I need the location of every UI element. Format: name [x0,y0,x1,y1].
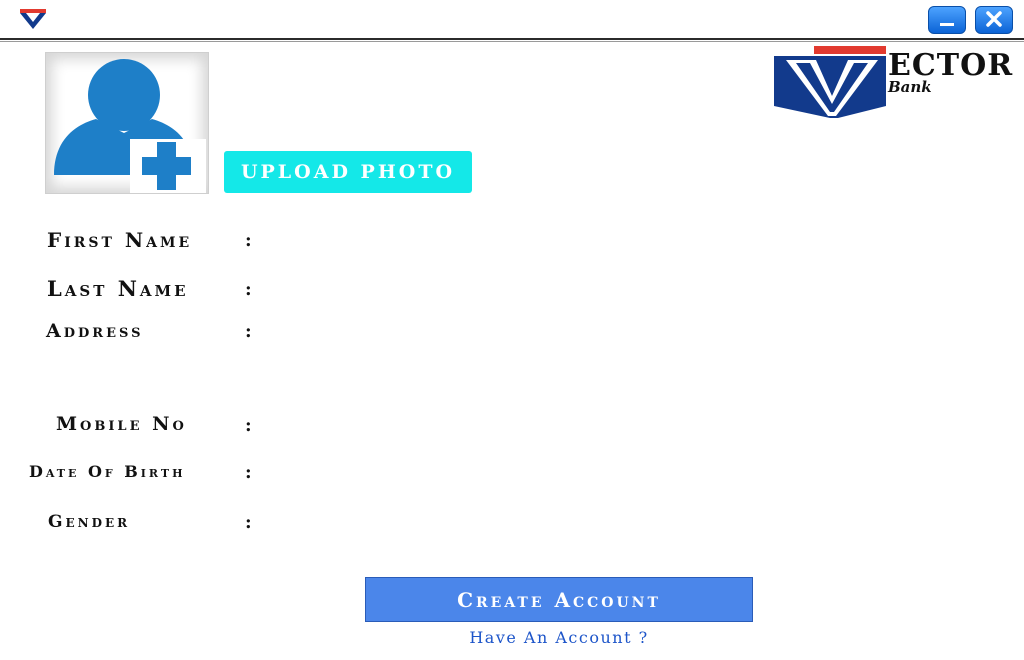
profile-photo-placeholder [45,52,209,194]
close-icon [984,9,1004,32]
last-name-colon: : [245,279,252,300]
address-input[interactable] [268,318,692,348]
address-colon: : [245,321,252,342]
address-label: Address [46,320,144,342]
have-account-link[interactable]: Have An Account ? [365,628,753,647]
vector-bank-logo-icon [18,8,48,30]
gender-colon: : [245,512,252,533]
create-account-button[interactable]: Create Account [365,577,753,622]
minimize-icon [937,9,957,32]
logo-subtitle: Bank [888,78,932,96]
date-of-birth-colon: : [245,462,252,483]
vector-bank-logo: ECTOR Bank [772,46,1022,120]
last-name-label: Last Name [47,276,189,301]
first-name-colon: : [245,230,252,251]
date-of-birth-input[interactable] [268,458,692,488]
add-user-icon [46,59,208,193]
minimize-button[interactable] [928,6,966,34]
mobile-no-input[interactable] [268,411,692,441]
first-name-input[interactable] [268,226,692,256]
mobile-no-colon: : [245,415,252,436]
mobile-no-label: Mobile No [56,413,187,435]
upload-photo-button[interactable]: UPLOAD PHOTO [224,151,472,193]
logo-mark [774,46,886,118]
title-bar [0,0,1024,42]
date-of-birth-label: Date Of Birth [29,462,186,481]
close-button[interactable] [975,6,1013,34]
gender-label: Gender [48,512,131,532]
first-name-label: First Name [47,228,193,252]
gender-input[interactable] [268,508,692,538]
last-name-input[interactable] [268,275,692,305]
